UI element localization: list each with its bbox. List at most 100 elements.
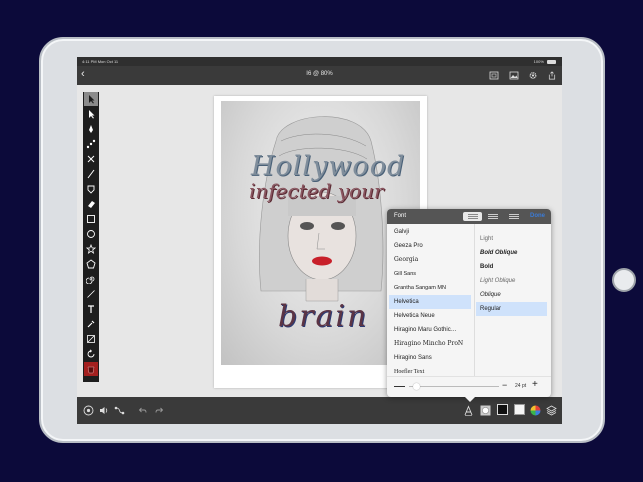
select-arrow-tool[interactable] — [84, 92, 98, 106]
color-wheel-icon[interactable] — [530, 405, 541, 416]
rotate-tool[interactable] — [84, 347, 98, 361]
font-item-hiragino-maru[interactable]: Hiragino Maru Gothic… — [389, 323, 471, 337]
status-time: 4:11 PM Mon Oct 11 — [82, 59, 119, 64]
direct-select-tool[interactable] — [84, 107, 98, 121]
star-icon — [86, 244, 96, 254]
pencil-line-tool[interactable] — [84, 287, 98, 301]
status-right: 100% — [534, 59, 556, 64]
font-family-list[interactable]: Galvji Geeza Pro Georgia Gill Sans Grant… — [387, 224, 473, 376]
opacity-icon[interactable] — [480, 405, 491, 416]
font-popover: Font Done Galvji Geeza Pro Georgia Gill … — [387, 209, 551, 397]
text-style-icon[interactable] — [463, 405, 474, 416]
polygon-tool[interactable] — [84, 257, 98, 271]
text-tool[interactable] — [84, 302, 98, 316]
top-bar: ‹ I6 @ 80% — [77, 66, 562, 85]
align-right-button[interactable] — [504, 212, 523, 221]
font-item-grantha-sangam[interactable]: Grantha Sangam MN — [389, 281, 471, 295]
node-arrow-icon — [89, 110, 95, 119]
bottom-bar — [77, 397, 562, 424]
rotate-icon — [87, 349, 95, 358]
font-style-list[interactable]: Light Bold Oblique Bold Light Oblique Ob… — [476, 224, 549, 376]
gradient-tool[interactable] — [84, 332, 98, 346]
style-item-light[interactable]: Light — [476, 232, 547, 246]
artwork-text-brain[interactable]: brain — [278, 299, 368, 334]
canvas-fit-icon[interactable] — [489, 71, 499, 80]
font-item-georgia[interactable]: Georgia — [389, 253, 471, 267]
app-screen: 4:11 PM Mon Oct 11 100% ‹ I6 @ 80% Holly… — [77, 57, 562, 424]
font-item-galvji[interactable]: Galvji — [389, 225, 471, 239]
battery-percent: 100% — [533, 59, 544, 64]
bucket-icon — [87, 366, 95, 374]
font-size-slider-knob[interactable] — [413, 383, 420, 390]
circle-icon — [87, 230, 95, 238]
style-item-bold-oblique[interactable]: Bold Oblique — [476, 246, 547, 260]
star-tool[interactable] — [84, 242, 98, 256]
rectangle-icon — [87, 215, 95, 223]
align-center-icon — [487, 214, 498, 219]
font-item-helvetica[interactable]: Helvetica — [389, 295, 471, 309]
shape-builder-tool[interactable] — [84, 182, 98, 196]
diagonal-line-icon — [87, 290, 95, 298]
path-nodes-icon[interactable] — [114, 405, 125, 416]
fill-color-swatch[interactable] — [514, 404, 525, 415]
eraser-tool[interactable] — [84, 197, 98, 211]
font-item-gill-sans[interactable]: Gill Sans — [389, 267, 471, 281]
style-item-bold[interactable]: Bold — [476, 260, 547, 274]
spiral-tool[interactable] — [84, 272, 98, 286]
eyedropper-icon — [87, 320, 95, 328]
tool-palette — [83, 92, 99, 382]
font-size-slider[interactable] — [409, 386, 499, 387]
home-button[interactable] — [612, 268, 636, 292]
redo-icon[interactable] — [154, 405, 165, 416]
scissors-tool[interactable] — [84, 152, 98, 166]
font-popover-title: Font — [394, 213, 407, 219]
eye-icon[interactable] — [83, 405, 94, 416]
style-item-light-oblique[interactable]: Light Oblique — [476, 274, 547, 288]
style-item-oblique[interactable]: Oblique — [476, 288, 547, 302]
align-left-button[interactable] — [463, 212, 482, 221]
align-right-icon — [508, 214, 519, 219]
gear-icon[interactable] — [528, 71, 538, 80]
font-popover-header: Font Done — [387, 209, 551, 224]
sound-icon[interactable] — [98, 405, 109, 416]
eyedropper-tool[interactable] — [84, 317, 98, 331]
align-left-icon — [467, 214, 478, 219]
stroke-color-swatch[interactable] — [497, 404, 508, 415]
align-center-button[interactable] — [483, 212, 502, 221]
status-bar: 4:11 PM Mon Oct 11 100% — [77, 57, 562, 66]
share-icon[interactable] — [547, 71, 557, 80]
font-size-row: − 24 pt + — [387, 376, 551, 397]
scissors-icon — [87, 155, 95, 163]
pen-tool[interactable] — [84, 122, 98, 136]
size-min-icon — [394, 386, 405, 387]
font-item-geeza-pro[interactable]: Geeza Pro — [389, 239, 471, 253]
battery-icon — [547, 59, 556, 64]
image-icon[interactable] — [509, 71, 519, 80]
size-increase-button[interactable]: + — [532, 379, 538, 390]
spiral-icon — [86, 276, 95, 284]
artwork-text-hollywood[interactable]: Hollywood — [251, 151, 405, 182]
popover-divider — [474, 224, 475, 376]
eraser-icon — [88, 201, 95, 208]
rectangle-tool[interactable] — [84, 212, 98, 226]
popover-arrow — [465, 397, 475, 402]
nodes-icon — [86, 139, 96, 149]
font-item-helvetica-neue[interactable]: Helvetica Neue — [389, 309, 471, 323]
line-tool[interactable] — [84, 167, 98, 181]
arrow-icon — [89, 95, 95, 104]
node-tool[interactable] — [84, 137, 98, 151]
fill-bucket-tool[interactable] — [84, 362, 98, 376]
ellipse-tool[interactable] — [84, 227, 98, 241]
shield-icon — [87, 185, 95, 194]
font-item-hiragino-sans[interactable]: Hiragino Sans — [389, 351, 471, 365]
layers-icon[interactable] — [546, 405, 557, 416]
undo-icon[interactable] — [137, 405, 148, 416]
font-item-hiragino-mincho[interactable]: Hiragino Mincho ProN — [389, 337, 471, 351]
artwork-text-infected[interactable]: infected your — [249, 179, 384, 203]
text-icon — [88, 305, 94, 313]
gradient-icon — [87, 335, 95, 343]
font-size-value: 24 pt — [515, 383, 527, 389]
style-item-regular[interactable]: Regular — [476, 302, 547, 316]
size-decrease-button[interactable]: − — [502, 380, 507, 390]
done-button[interactable]: Done — [530, 213, 545, 219]
